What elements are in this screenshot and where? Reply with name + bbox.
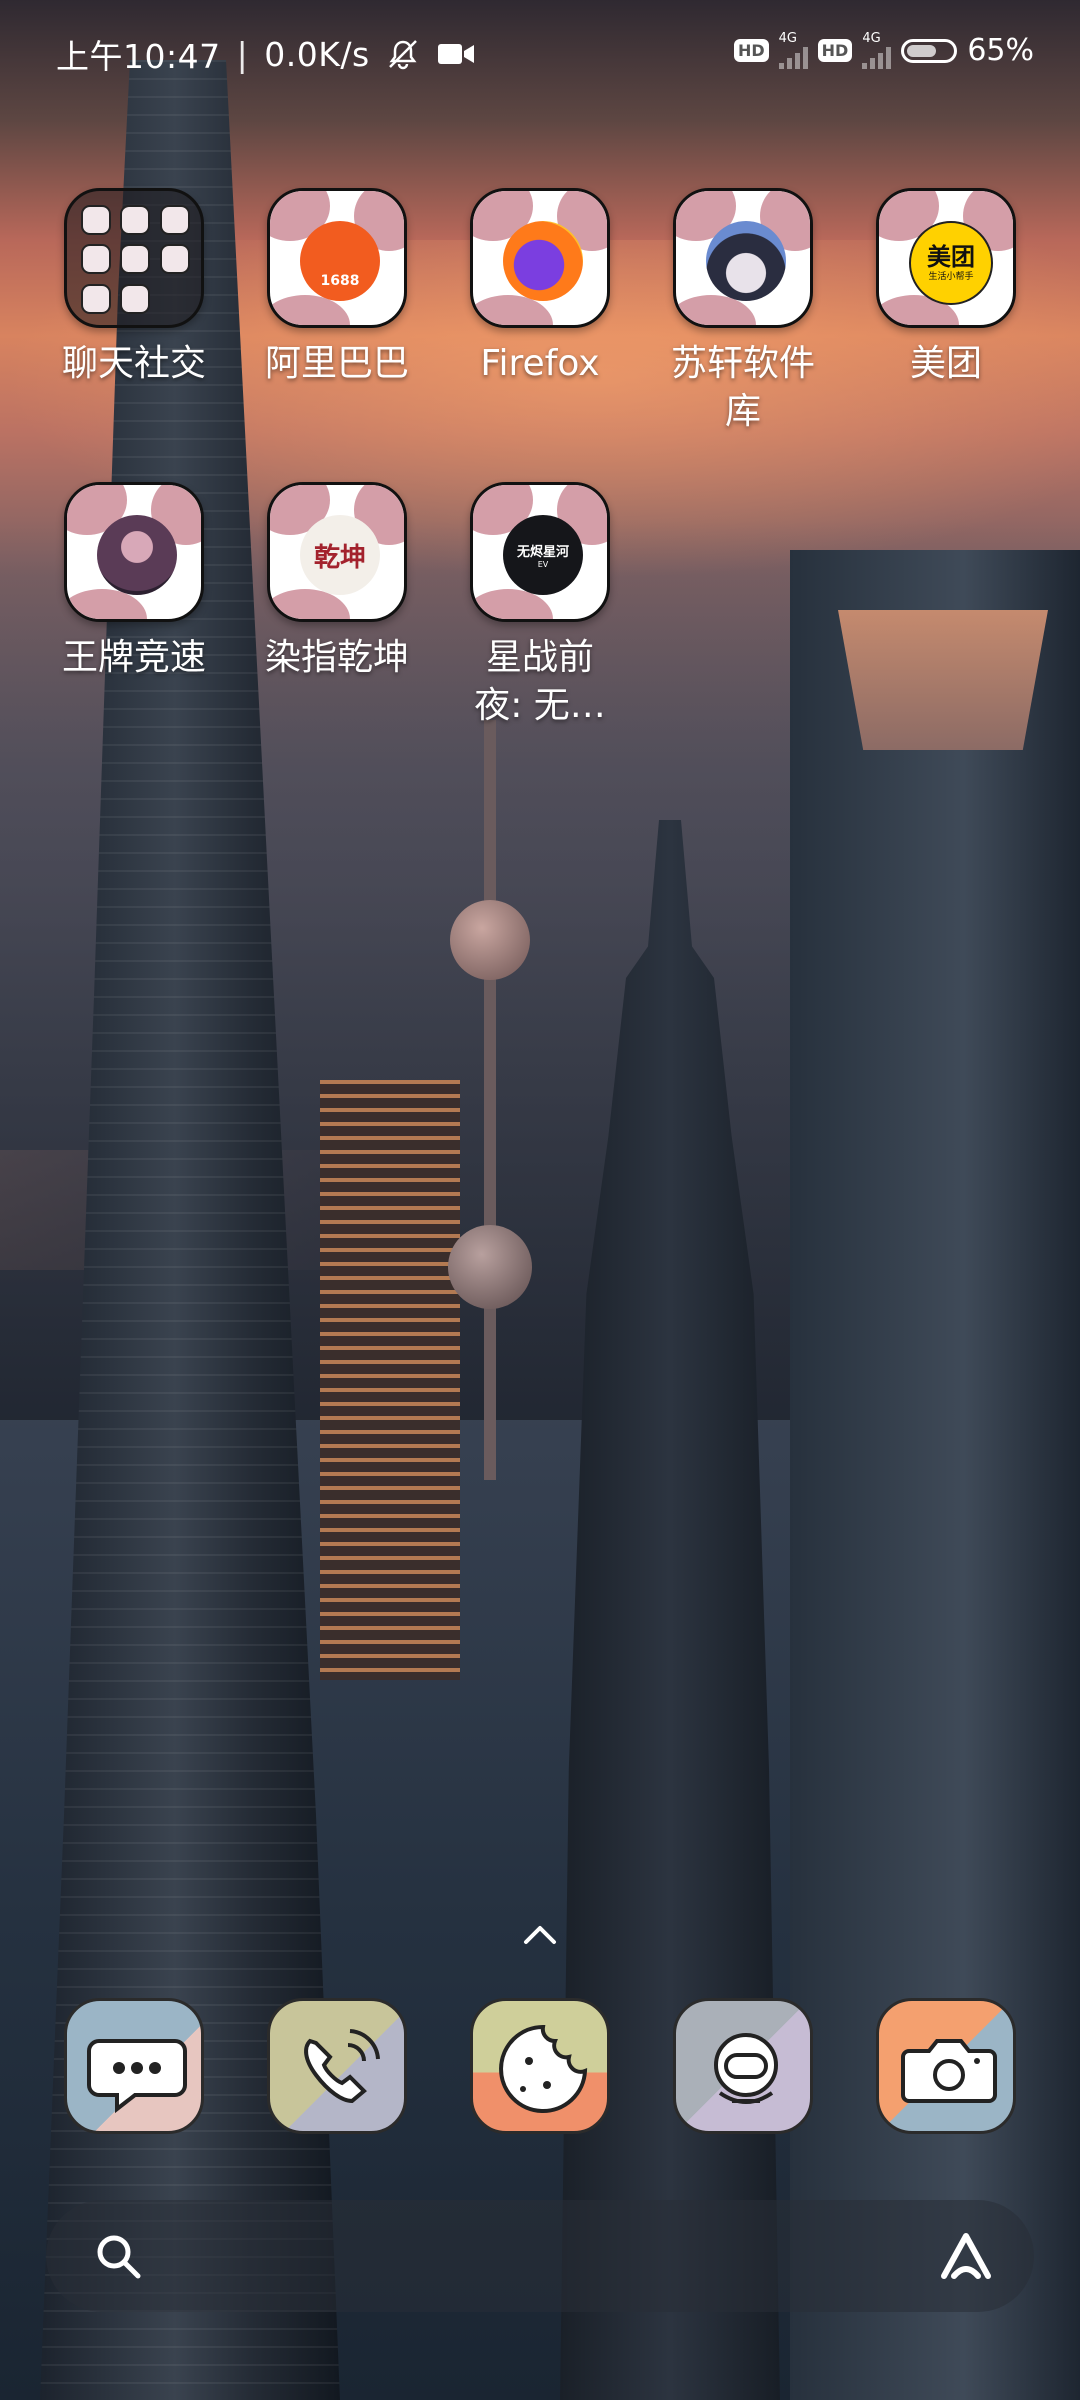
astronaut-icon: [714, 2033, 778, 2104]
cookie-icon: [499, 2024, 588, 2113]
sim1-hd-badge: HD: [733, 39, 769, 62]
camera-icon: [901, 2039, 997, 2103]
sim1-signal-icon: 4G: [778, 32, 808, 69]
app-label: 聊天社交: [61, 343, 206, 384]
sim2-signal-icon: 4G: [862, 32, 892, 69]
racing-game-icon: [64, 482, 204, 622]
chevron-up-icon[interactable]: [522, 1916, 558, 1952]
dock-security[interactable]: [673, 1998, 813, 2134]
meituan-icon: 美团 生活小帮手: [876, 188, 1016, 328]
app-label: 阿里巴巴: [264, 343, 409, 384]
dock-camera[interactable]: [876, 1998, 1016, 2134]
app-label: 苏轩软件库: [670, 343, 815, 432]
app-firefox[interactable]: Firefox: [440, 188, 640, 388]
app-wangpai-jingsu[interactable]: 王牌竞速: [34, 482, 234, 682]
app-label: 美团: [909, 343, 982, 384]
search-icon: [97, 2235, 141, 2279]
video-camera-icon: [437, 44, 474, 64]
app-label: 染指乾坤: [264, 637, 409, 678]
app-label: 王牌竞速: [61, 637, 206, 678]
folder-chat-social[interactable]: 聊天社交: [34, 188, 234, 388]
mute-bell-icon: [388, 40, 417, 70]
network-speed: 0.0K/s: [264, 34, 370, 74]
battery-percent: 65%: [967, 33, 1034, 68]
dock-messages[interactable]: [64, 1998, 204, 2134]
dock-phone[interactable]: [267, 1998, 407, 2134]
anime-avatar-icon: [673, 188, 813, 328]
battery-icon: [901, 38, 958, 63]
qiankun-game-icon: 乾坤: [267, 482, 407, 622]
app-ranzhi-qiankun[interactable]: 乾坤 染指乾坤: [237, 482, 437, 682]
app-label: Firefox: [480, 343, 600, 384]
app-alibaba[interactable]: 1688 阿里巴巴: [237, 188, 437, 388]
status-bar: 上午10:47 | 0.0K/s HD 4G HD 4G 65%: [56, 31, 1034, 76]
alibaba-1688-icon: 1688: [267, 188, 407, 328]
phone-icon: [304, 2029, 380, 2104]
firefox-icon: [470, 188, 610, 328]
dock-browser[interactable]: [470, 1998, 610, 2134]
status-time: 上午10:47: [56, 37, 221, 76]
search-bar[interactable]: [46, 2200, 1034, 2312]
sim2-hd-badge: HD: [817, 39, 853, 62]
folder-icon: [64, 188, 204, 328]
chat-bubble-icon: [87, 2039, 187, 2114]
app-eve-echoes[interactable]: 无烬星河 EV 星战前夜: 无…: [440, 482, 640, 730]
app-suxuan[interactable]: 苏轩软件库: [643, 188, 843, 436]
app-label: 星战前夜: 无…: [474, 637, 606, 726]
eve-game-icon: 无烬星河 EV: [470, 482, 610, 622]
app-meituan[interactable]: 美团 生活小帮手 美团: [846, 188, 1046, 388]
assistant-icon[interactable]: [936, 2228, 996, 2284]
